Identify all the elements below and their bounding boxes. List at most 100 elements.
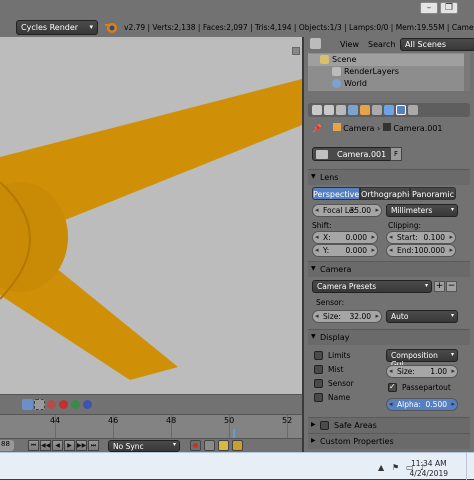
outliner-view-menu[interactable]: View bbox=[336, 38, 363, 51]
outliner-filter-dropdown[interactable]: All Scenes bbox=[400, 38, 474, 51]
render-layers-tab-icon[interactable] bbox=[324, 105, 334, 115]
safe-areas-section-header[interactable]: Safe Areas bbox=[308, 417, 470, 433]
modifiers-tab-icon[interactable] bbox=[384, 105, 394, 115]
clip-start-field[interactable]: Start: 0.100 bbox=[386, 231, 456, 244]
pin-icon[interactable]: 📌 bbox=[312, 124, 322, 133]
panoramic-button[interactable]: Panoramic bbox=[410, 187, 456, 200]
lens-unit-dropdown[interactable]: Millimeters ▾ bbox=[386, 204, 458, 217]
mist-checkbox[interactable] bbox=[314, 365, 323, 374]
timeline-tick-label: 46 bbox=[108, 416, 119, 425]
lens-unit-label: Millimeters bbox=[391, 206, 433, 215]
camera-presets-dropdown[interactable]: Camera Presets ▾ bbox=[312, 280, 432, 293]
world-icon bbox=[332, 79, 341, 88]
alpha-field[interactable]: Alpha: 0.500 bbox=[386, 398, 458, 411]
current-frame-field[interactable]: 88 bbox=[0, 440, 14, 451]
render-layer-red2-icon[interactable] bbox=[59, 400, 68, 409]
delete-keyframe-icon[interactable] bbox=[232, 440, 243, 451]
keying-set-icon[interactable] bbox=[204, 440, 215, 451]
outliner-renderlayers-row[interactable]: RenderLayers bbox=[308, 66, 470, 78]
display-section-header[interactable]: Display bbox=[308, 329, 470, 345]
right-panel: View Search All Scenes Scene RenderLayer… bbox=[302, 37, 474, 452]
constraints-tab-icon[interactable] bbox=[372, 105, 382, 115]
camera-section-header[interactable]: Camera bbox=[308, 261, 470, 277]
object-tab-icon[interactable] bbox=[360, 105, 370, 115]
viewport-split-handle[interactable] bbox=[292, 47, 300, 55]
clip-end-field[interactable]: End: 100.000 bbox=[386, 244, 456, 257]
lens-section-header[interactable]: Lens bbox=[308, 169, 470, 185]
scene-icon bbox=[320, 55, 329, 64]
camera-datablock-field[interactable]: Camera.001 bbox=[312, 147, 398, 161]
3d-viewport[interactable] bbox=[0, 37, 302, 394]
outliner-search-menu[interactable]: Search bbox=[364, 38, 399, 51]
next-keyframe-icon[interactable]: ▶▶ bbox=[76, 440, 87, 451]
proportional-edit-icon[interactable] bbox=[22, 399, 33, 410]
timeline-tick-label: 52 bbox=[282, 416, 293, 425]
camera-icon bbox=[316, 150, 328, 159]
shift-x-field[interactable]: X: 0.000 bbox=[312, 231, 378, 244]
render-layer-green-icon[interactable] bbox=[71, 400, 80, 409]
add-preset-icon[interactable]: + bbox=[434, 281, 445, 292]
camera-data-tab-icon[interactable] bbox=[396, 105, 406, 115]
safe-areas-label: Safe Areas bbox=[334, 421, 377, 430]
render-layer-red-icon[interactable] bbox=[47, 400, 56, 409]
orthographic-button[interactable]: Orthographic bbox=[360, 187, 414, 200]
perspective-button[interactable]: Perspective bbox=[312, 187, 360, 200]
system-clock[interactable]: 11:34 AM 4/24/2019 bbox=[410, 459, 448, 479]
limits-checkbox[interactable] bbox=[314, 351, 323, 360]
jump-end-icon[interactable]: ⏭ bbox=[88, 440, 99, 451]
breadcrumb: 📌 Camera › Camera.001 bbox=[312, 123, 443, 133]
fake-user-button[interactable]: F bbox=[390, 147, 402, 161]
render-layer-blue-icon[interactable] bbox=[83, 400, 92, 409]
action-center-icon[interactable]: ⚑ bbox=[392, 463, 402, 472]
shift-x-label: X: bbox=[323, 233, 331, 242]
outliner-row-label: Scene bbox=[332, 55, 357, 64]
chevron-down-icon: ▾ bbox=[89, 23, 93, 31]
breadcrumb-data: Camera.001 bbox=[393, 124, 443, 133]
scene-statistics: v2.79 | Verts:2,138 | Faces:2,097 | Tris… bbox=[124, 23, 474, 32]
show-hidden-icons-icon[interactable]: ▲ bbox=[378, 463, 388, 472]
composition-guides-dropdown[interactable]: Composition Gui... ▾ bbox=[386, 349, 458, 369]
render-engine-dropdown[interactable]: Cycles Render ▾ bbox=[16, 20, 98, 35]
insert-keyframe-icon[interactable] bbox=[218, 440, 229, 451]
shift-y-label: Y: bbox=[323, 246, 330, 255]
chevron-down-icon: ▾ bbox=[450, 351, 454, 358]
safe-areas-checkbox[interactable] bbox=[320, 421, 329, 430]
shift-label: Shift: bbox=[312, 221, 332, 230]
remove-preset-icon[interactable]: − bbox=[446, 281, 457, 292]
outliner-scene-row[interactable]: Scene bbox=[308, 54, 470, 66]
maximize-button[interactable]: ❐ bbox=[440, 2, 458, 14]
custom-properties-section-header[interactable]: Custom Properties bbox=[308, 433, 470, 449]
show-desktop-button[interactable] bbox=[466, 453, 474, 480]
shift-y-field[interactable]: Y: 0.000 bbox=[312, 244, 378, 257]
limits-label: Limits bbox=[328, 351, 351, 360]
name-checkbox[interactable] bbox=[314, 393, 323, 402]
prev-keyframe-icon[interactable]: ◀◀ bbox=[40, 440, 51, 451]
sensor-size-field[interactable]: Size: 32.00 bbox=[312, 310, 382, 323]
render-tab-icon[interactable] bbox=[312, 105, 322, 115]
jump-start-icon[interactable]: ⏮ bbox=[28, 440, 39, 451]
display-size-field[interactable]: Size: 1.00 bbox=[386, 365, 458, 378]
minimize-button[interactable]: – bbox=[420, 2, 438, 14]
focal-length-field[interactable]: Focal Le: 35.00 bbox=[312, 204, 382, 217]
blender-logo-icon bbox=[105, 23, 117, 33]
play-reverse-icon[interactable]: ◀ bbox=[52, 440, 63, 451]
play-icon[interactable]: ▶ bbox=[64, 440, 75, 451]
sync-mode-dropdown[interactable]: No Sync ▾ bbox=[108, 440, 180, 452]
scene-tab-icon[interactable] bbox=[336, 105, 346, 115]
physics-tab-icon[interactable] bbox=[408, 105, 418, 115]
world-tab-icon[interactable] bbox=[348, 105, 358, 115]
display-size-label: Size: bbox=[397, 367, 415, 376]
sensor-fit-label: Auto bbox=[391, 312, 409, 321]
sensor-fit-dropdown[interactable]: Auto ▾ bbox=[386, 310, 458, 323]
outliner-scrollbar[interactable] bbox=[464, 53, 470, 91]
outliner-editor-icon[interactable] bbox=[310, 38, 321, 49]
sensor-checkbox[interactable] bbox=[314, 379, 323, 388]
timeline-editor[interactable]: 44 46 48 50 52 bbox=[0, 414, 302, 439]
shift-y-value: 0.000 bbox=[345, 246, 367, 255]
passepartout-checkbox[interactable] bbox=[388, 382, 397, 392]
sensor-display-label: Sensor bbox=[328, 379, 354, 388]
alpha-value: 0.500 bbox=[425, 400, 447, 409]
snap-icon[interactable] bbox=[34, 399, 45, 410]
outliner-world-row[interactable]: World bbox=[308, 78, 470, 90]
record-icon[interactable] bbox=[190, 440, 201, 451]
